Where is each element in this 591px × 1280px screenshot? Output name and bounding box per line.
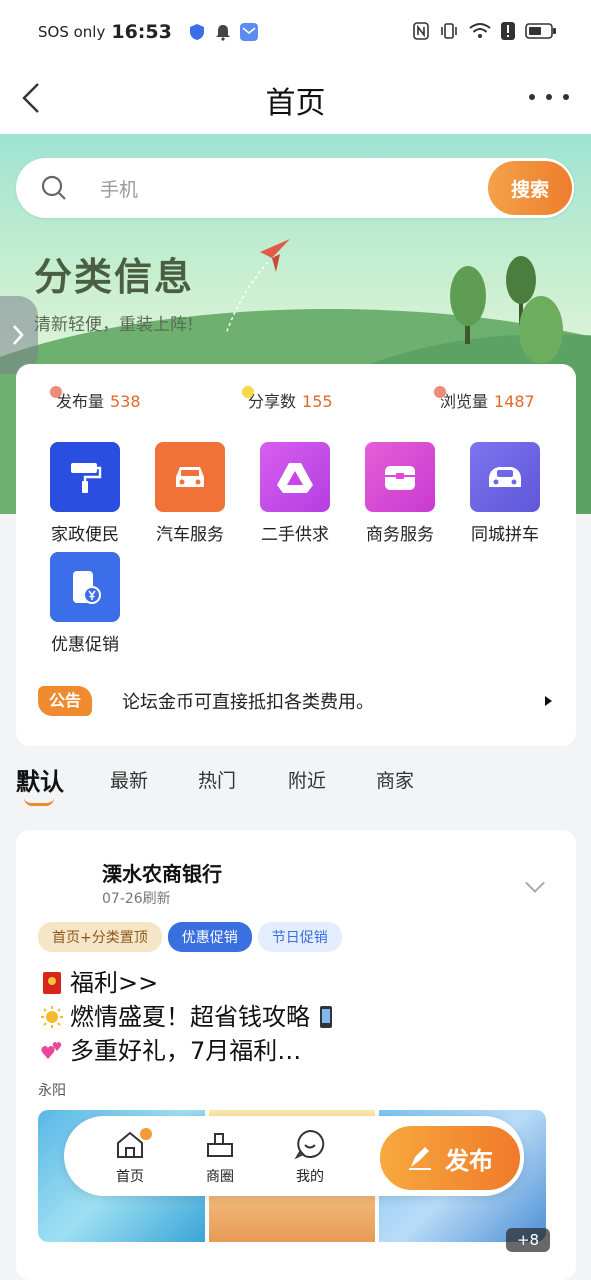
post-location: 永阳 [38,1083,66,1099]
stat-value: 155 [302,392,333,411]
category-car-service[interactable]: 汽车服务 [140,442,240,545]
tab-default[interactable]: 默认 [16,762,64,797]
notification-dot [140,1128,152,1140]
post-line: 燃情盛夏！超省钱攻略 [70,1003,310,1031]
chat-smile-icon [294,1129,325,1160]
briefcase-icon [365,442,435,512]
alert-icon [501,22,515,40]
hearts-icon [41,1042,62,1059]
post-author[interactable]: 溧水农商银行 [102,858,222,887]
post-date: 07-26刷新 [102,891,171,907]
hero-subtitle: 清新轻便，重装上阵! [34,315,194,335]
post-card[interactable]: 溧水农商银行 07-26刷新 首页+分类置顶 优惠促销 节日促销 福利>> 燃情… [16,830,576,1280]
car-front-icon [470,442,540,512]
category-label: 汽车服务 [156,525,224,545]
category-carpool[interactable]: 同城拼车 [455,442,555,545]
red-envelope-icon [43,972,61,994]
tab-latest[interactable]: 最新 [110,766,148,793]
category-label: 同城拼车 [471,525,539,545]
phone-icon [320,1006,332,1028]
nfc-icon [413,22,429,40]
stat-label: 浏览量 [440,392,489,411]
tree-icon [519,296,563,374]
chevron-right-icon [13,325,24,345]
paint-roller-icon [50,442,120,512]
category-housekeeping[interactable]: 家政便民 [35,442,135,545]
nav-circle[interactable]: 商圈 [190,1128,250,1186]
stat-label: 分享数 [248,392,297,411]
status-bar: SOS only 16:53 [0,0,591,64]
shop-bag-icon [207,1133,233,1157]
category-business[interactable]: 商务服务 [350,442,450,545]
pen-icon [409,1147,431,1170]
sun-icon [41,1006,63,1028]
side-drawer-handle[interactable] [0,296,38,374]
stat-value: 538 [110,392,141,411]
publish-label: 发布 [445,1146,493,1175]
feed-tabs: 默认 最新 热门 附近 商家 [16,762,576,810]
notice-bar[interactable]: 公告 论坛金币可直接抵扣各类费用。 [38,684,558,720]
tab-nearby[interactable]: 附近 [288,766,326,793]
stat-views: 浏览量 1487 [434,386,535,412]
category-label: 优惠促销 [51,635,119,655]
tab-hot[interactable]: 热门 [198,766,236,793]
sos-text: SOS only [38,23,106,41]
search-button[interactable]: 搜索 [488,161,572,215]
wifi-icon [469,23,491,38]
publish-button[interactable]: 发布 [376,1122,524,1194]
shield-icon [189,24,204,40]
category-promotion[interactable]: 优惠促销 [35,552,135,655]
category-second-hand[interactable]: 二手供求 [245,442,345,545]
category-label: 家政便民 [51,525,119,545]
post-tag[interactable]: 优惠促销 [167,922,252,952]
more-images-count[interactable]: +8 [506,1228,550,1252]
page-title: 首页 [265,86,326,121]
post-tag: 首页+分类置顶 [38,922,162,952]
stat-dot [50,386,62,398]
notice-text: 论坛金币可直接抵扣各类费用。 [122,692,374,713]
clock: 16:53 [111,21,172,43]
tab-merchant[interactable]: 商家 [376,766,414,793]
paper-plane-icon [225,239,290,335]
chevron-down-icon[interactable] [525,873,545,893]
category-label: 二手供求 [261,525,329,545]
category-card: 发布量 538 分享数 155 浏览量 1487 家政便民 汽车服务 二手供求 商务服… [16,364,576,746]
nav-circle-label: 商圈 [206,1169,234,1185]
car-icon [155,442,225,512]
nav-mine-label: 我的 [296,1169,324,1185]
post-line: 多重好礼，7月福利… [70,1037,302,1065]
post-line: 福利>> [70,969,159,997]
caret-right-icon [545,696,552,706]
bell-icon [215,25,230,41]
triangle-drive-icon [260,442,330,512]
nav-home[interactable]: 首页 [100,1128,160,1186]
more-options-button[interactable] [529,82,569,112]
tree-icon [450,266,486,344]
stat-publish: 发布量 538 [50,386,141,412]
search-input[interactable]: 手机 [100,175,138,202]
notice-tag: 公告 [38,686,92,716]
phone-yen-icon [50,552,120,622]
stat-dot [434,386,446,398]
battery-icon [525,23,556,39]
post-tag[interactable]: 节日促销 [257,922,342,952]
post-content: 福利>> 燃情盛夏！超省钱攻略 多重好礼，7月福利… [40,966,344,1068]
post-tags: 首页+分类置顶 优惠促销 节日促销 [38,922,342,952]
vibrate-icon [441,23,457,39]
tab-underline [24,798,54,806]
nav-bar: 首页 [0,64,591,134]
search-bar[interactable]: 手机 搜索 [16,158,574,218]
category-label: 商务服务 [366,525,434,545]
stat-label: 发布量 [56,392,105,411]
search-icon [41,175,66,200]
stat-value: 1487 [494,392,535,411]
stat-share: 分享数 155 [242,386,333,412]
stat-dot [242,386,254,398]
nav-home-label: 首页 [116,1169,144,1185]
mail-app-icon [239,23,258,41]
nav-mine[interactable]: 我的 [280,1128,340,1186]
hero-title: 分类信息 [34,255,195,299]
